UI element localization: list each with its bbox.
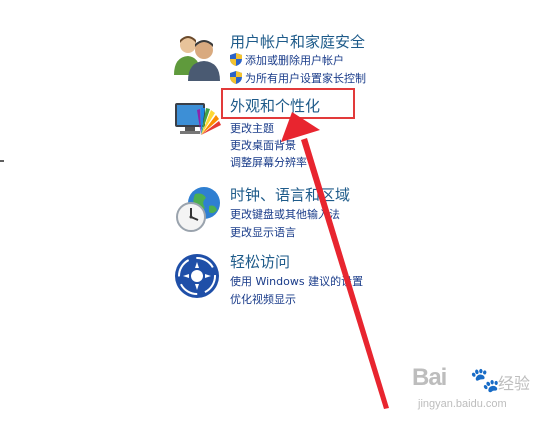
link-change-display-language[interactable]: 更改显示语言 bbox=[230, 224, 296, 240]
link-change-keyboard-input[interactable]: 更改键盘或其他输入法 bbox=[230, 206, 340, 222]
link-label: 更改显示语言 bbox=[230, 226, 296, 239]
link-label: 更改键盘或其他输入法 bbox=[230, 208, 340, 221]
link-change-desktop-background[interactable]: 更改桌面背景 bbox=[230, 137, 296, 153]
link-adjust-resolution[interactable]: 调整屏幕分辨率 bbox=[230, 154, 307, 170]
uac-shield-icon bbox=[230, 71, 242, 84]
link-label: 为所有用户设置家长控制 bbox=[245, 72, 366, 85]
link-parental-controls[interactable]: 为所有用户设置家长控制 bbox=[230, 70, 366, 86]
link-label: 使用 Windows 建议的设置 bbox=[230, 275, 364, 288]
link-label: 更改桌面背景 bbox=[230, 139, 296, 152]
link-label: 优化视频显示 bbox=[230, 293, 296, 306]
baidu-jingyan-watermark: Bai 🐾 经验 jingyan.baidu.com bbox=[412, 364, 544, 414]
link-label: 更改主题 bbox=[230, 122, 274, 135]
uac-shield-icon bbox=[230, 53, 242, 66]
watermark-logo-text: Bai bbox=[412, 364, 447, 391]
link-label: 添加或删除用户帐户 bbox=[245, 54, 344, 67]
watermark-sub-text: 经验 bbox=[498, 376, 531, 393]
clock-globe-icon bbox=[173, 184, 223, 234]
link-label: 调整屏幕分辨率 bbox=[230, 156, 307, 169]
watermark-url: jingyan.baidu.com bbox=[418, 398, 507, 410]
link-use-windows-recommended-settings[interactable]: 使用 Windows 建议的设置 bbox=[230, 273, 363, 289]
users-icon bbox=[173, 31, 223, 81]
highlight-box bbox=[221, 88, 355, 119]
link-add-remove-accounts[interactable]: 添加或删除用户帐户 bbox=[230, 52, 344, 68]
ease-of-access-icon bbox=[173, 251, 223, 301]
link-optimize-visual-display[interactable]: 优化视频显示 bbox=[230, 291, 296, 307]
appearance-icon bbox=[173, 95, 223, 145]
category-title[interactable]: 用户帐户和家庭安全 bbox=[230, 31, 365, 52]
paw-logo-icon: 🐾 bbox=[470, 367, 500, 394]
category-title[interactable]: 轻松访问 bbox=[230, 251, 290, 272]
category-title[interactable]: 时钟、语言和区域 bbox=[230, 184, 350, 205]
link-change-theme[interactable]: 更改主题 bbox=[230, 120, 274, 136]
left-edge-mark bbox=[0, 160, 4, 162]
